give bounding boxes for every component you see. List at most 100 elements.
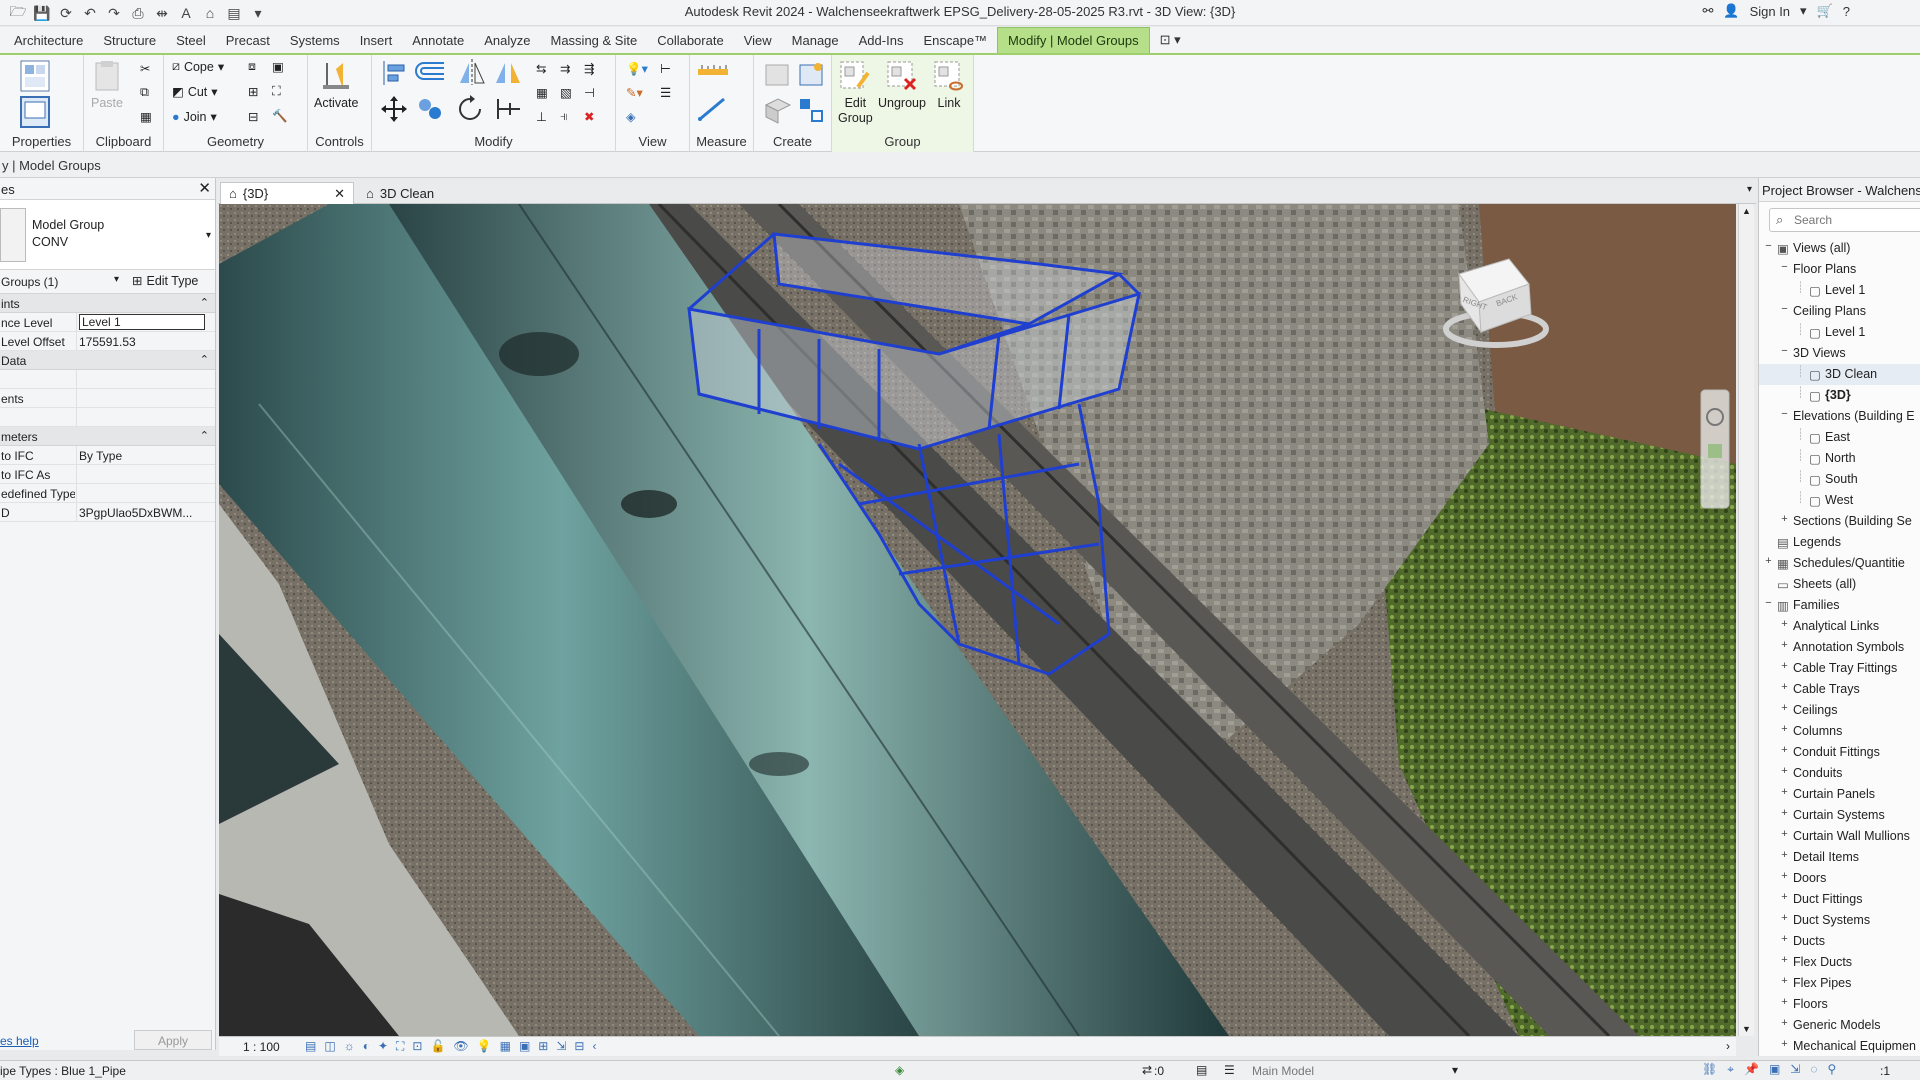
tree-node[interactable]: + Detail Items (1759, 847, 1920, 868)
save-icon[interactable]: 💾 (32, 3, 52, 23)
offset-icon[interactable] (414, 59, 448, 87)
cut-button[interactable]: ◩ Cut ▾ (172, 84, 218, 100)
properties-help-link[interactable]: es help (0, 1034, 39, 1048)
tree-node[interactable]: + Sections (Building Se (1759, 511, 1920, 532)
tab-modify-model-groups[interactable]: Modify | Model Groups (997, 27, 1150, 53)
cope-button[interactable]: ⧄ Cope ▾ (172, 59, 224, 74)
expand-icon[interactable]: + (1779, 514, 1790, 525)
scroll-up-icon[interactable]: ▲ (1742, 206, 1751, 216)
tree-node[interactable]: ┊ ▢ Level 1 (1759, 322, 1920, 343)
worksharing-icon[interactable]: ▦ (500, 1039, 511, 1054)
expand-icon[interactable]: + (1779, 661, 1790, 672)
collapse-icon[interactable]: − (1779, 409, 1790, 420)
select-pinned-icon[interactable]: 📌 (1744, 1062, 1759, 1077)
match-properties-icon[interactable]: ▦ (140, 109, 152, 124)
activate-button[interactable]: Activate (314, 59, 358, 111)
text-icon[interactable]: A (176, 3, 196, 23)
create-assembly-icon[interactable] (762, 59, 792, 89)
home-icon[interactable]: ⌂ (200, 3, 220, 23)
type-selector[interactable]: Model Group CONV ▾ (0, 200, 215, 270)
expand-icon[interactable]: + (1779, 640, 1790, 651)
select-by-face-icon[interactable]: ▣ (1769, 1062, 1780, 1077)
project-browser-search[interactable]: ⌕ (1769, 208, 1920, 232)
expand-icon[interactable]: + (1779, 955, 1790, 966)
property-group-header[interactable]: meters ⌃ (0, 427, 215, 446)
tab-structure[interactable]: Structure (93, 27, 166, 53)
split-icon[interactable]: ⫣ (560, 109, 568, 124)
shadows-icon[interactable]: ◐ (363, 1039, 370, 1054)
tree-node[interactable]: + Curtain Wall Mullions (1759, 826, 1920, 847)
editable-only-icon[interactable]: ⇄ (1142, 1063, 1152, 1077)
show-crop-icon[interactable]: ⊡ (412, 1039, 422, 1054)
collapse-icon[interactable]: ⌃ (200, 429, 209, 442)
scroll-down-icon[interactable]: ▼ (1742, 1024, 1751, 1034)
tree-node[interactable]: ▭ Sheets (all) (1759, 574, 1920, 595)
property-value-field[interactable]: Level 1 (79, 314, 205, 330)
tab-enscape[interactable]: Enscape™ (913, 27, 997, 53)
close-icon[interactable]: ✕ (334, 186, 345, 202)
move-small-icon[interactable]: ⇆ (536, 61, 546, 76)
tree-node[interactable]: ┊ ▢ {3D} (1759, 385, 1920, 406)
trim-icon[interactable]: ⊥ (536, 109, 547, 124)
edit-type-button[interactable]: ⊞ Edit Type (132, 273, 198, 289)
sync-icon[interactable]: ⟳ (56, 3, 76, 23)
tree-node[interactable]: + Generic Models (1759, 1015, 1920, 1036)
edit-group-button[interactable]: Edit Group (838, 59, 873, 126)
type-properties-button[interactable] (18, 59, 52, 96)
customize-qat-icon[interactable]: ▾ (248, 3, 268, 23)
tree-node[interactable]: + Doors (1759, 868, 1920, 889)
design-options-icon[interactable]: ▤ (1196, 1063, 1207, 1077)
background-process-icon[interactable]: ◌ (1810, 1062, 1817, 1077)
visual-style-icon[interactable]: ◫ (324, 1039, 335, 1054)
tree-node[interactable]: ┊ ▢ East (1759, 427, 1920, 448)
tree-node[interactable]: + Floors (1759, 994, 1920, 1015)
collapse-icon[interactable]: − (1779, 346, 1790, 357)
tab-analyze[interactable]: Analyze (474, 27, 540, 53)
constraints-icon[interactable]: ⊟ (574, 1039, 584, 1054)
tree-node[interactable]: − Elevations (Building E (1759, 406, 1920, 427)
create-group-icon[interactable] (762, 95, 792, 125)
tree-node[interactable]: − ▥ Families (1759, 595, 1920, 616)
tabs-menu-icon[interactable]: ▾ (1747, 184, 1752, 195)
ungroup-button[interactable]: Ungroup (878, 59, 926, 111)
tree-node[interactable]: + Columns (1759, 721, 1920, 742)
expand-icon[interactable]: + (1779, 997, 1790, 1008)
tab-insert[interactable]: Insert (350, 27, 403, 53)
delete-icon[interactable]: ✖ (584, 109, 594, 124)
expand-icon[interactable]: + (1779, 850, 1790, 861)
mirror-pick-axis-icon[interactable] (456, 57, 488, 87)
tree-node[interactable]: − ▣ Views (all) (1759, 238, 1920, 259)
render-icon[interactable]: ✦ (378, 1039, 388, 1054)
copy-big-icon[interactable] (416, 95, 446, 123)
tree-node[interactable]: + Cable Trays (1759, 679, 1920, 700)
cut-clip-icon[interactable]: ✂ (140, 61, 150, 76)
temporary-view-icon[interactable]: ▣ (519, 1039, 530, 1054)
tree-node[interactable]: + Conduits (1759, 763, 1920, 784)
tab-3d-clean[interactable]: ⌂ 3D Clean (358, 182, 442, 204)
override-graphics-icon[interactable]: ✎▾ (626, 85, 643, 100)
detail-level-icon[interactable]: ▤ (305, 1039, 316, 1054)
tree-node[interactable]: ▤ Legends (1759, 532, 1920, 553)
main-model-select[interactable]: Main Model (1252, 1064, 1314, 1078)
pin-icon[interactable]: ⊣ (584, 85, 595, 100)
tab-view[interactable]: View (734, 27, 782, 53)
trim-extend-icon[interactable] (494, 95, 524, 123)
tree-node[interactable]: + ▦ Schedules/Quantitie (1759, 553, 1920, 574)
property-value[interactable]: By Type (79, 449, 205, 463)
expand-icon[interactable]: + (1779, 703, 1790, 714)
paint-icon[interactable]: ▣ (272, 59, 284, 74)
hide-isolate-icon[interactable]: 💡▾ (626, 61, 648, 77)
collapse-icon[interactable]: ⌃ (200, 353, 209, 366)
expand-icon[interactable]: + (1779, 934, 1790, 945)
array-icon[interactable]: ▦ (536, 85, 548, 100)
expand-icon[interactable]: + (1779, 1018, 1790, 1029)
tab-3d-view[interactable]: ⌂ {3D} ✕ (220, 182, 354, 204)
tree-node[interactable]: + Conduit Fittings (1759, 742, 1920, 763)
split-face-icon[interactable]: ⧈ (248, 59, 256, 74)
view-filter-icon[interactable]: ☰ (660, 85, 671, 100)
tree-node[interactable]: + Mechanical Equipmen (1759, 1036, 1920, 1057)
print-icon[interactable]: ⎙ (128, 3, 148, 23)
expand-icon[interactable]: + (1779, 892, 1790, 903)
expand-icon[interactable]: + (1763, 556, 1774, 567)
highlight-displacement-icon[interactable]: ⇲ (556, 1039, 566, 1054)
